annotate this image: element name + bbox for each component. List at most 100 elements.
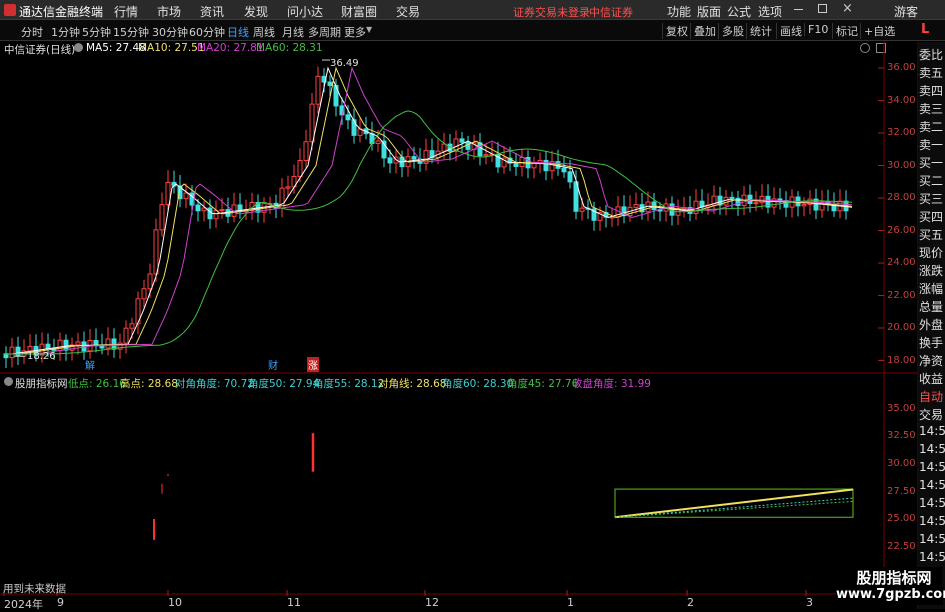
candle-body bbox=[387, 157, 393, 164]
candle-body bbox=[123, 327, 129, 344]
candle-body bbox=[15, 346, 21, 357]
candle-body bbox=[141, 288, 147, 300]
menu-markets[interactable]: 市场 bbox=[157, 3, 181, 20]
indicator-toggle-icon[interactable] bbox=[4, 377, 13, 386]
menu-options[interactable]: 选项 bbox=[758, 3, 782, 20]
x-label-month: 11 bbox=[287, 596, 301, 609]
tag-finance[interactable]: 财 bbox=[268, 357, 278, 372]
y-tick: 20.00 bbox=[887, 322, 916, 333]
menu-wealth-circle[interactable]: 财富圈 bbox=[341, 3, 377, 20]
x-label-month: 10 bbox=[168, 596, 182, 609]
login-notice[interactable]: 证券交易未登录 bbox=[513, 4, 590, 20]
draw-line-button[interactable]: 画线 bbox=[776, 23, 805, 39]
x-label-month: 2 bbox=[687, 596, 694, 609]
app-title: 通达信金融终端 bbox=[19, 5, 104, 19]
side-label: 买一 bbox=[919, 156, 944, 170]
candle-body bbox=[309, 103, 315, 143]
candle-body bbox=[477, 142, 483, 157]
ind-y-tick: 30.00 bbox=[887, 458, 916, 469]
f10-button[interactable]: F10 bbox=[804, 23, 831, 36]
y-tick: 34.00 bbox=[887, 95, 916, 106]
period-monthly[interactable]: 月线 bbox=[282, 24, 304, 40]
side-label-trade[interactable]: 交易 bbox=[919, 406, 945, 423]
kline-chart[interactable] bbox=[0, 41, 917, 596]
menu-layout[interactable]: 版面 bbox=[697, 3, 721, 20]
restore-rights-button[interactable]: 复权 bbox=[662, 23, 691, 39]
user-label[interactable]: 游客 bbox=[894, 3, 918, 20]
menu-formula[interactable]: 公式 bbox=[727, 3, 751, 20]
add-watchlist-button[interactable]: +自选 bbox=[860, 23, 898, 39]
ind-angle45: 角度45: 27.76 bbox=[507, 378, 579, 390]
candle-body bbox=[369, 133, 375, 144]
restore-icon[interactable] bbox=[818, 4, 827, 13]
overlay-button[interactable]: 叠加 bbox=[690, 23, 719, 39]
period-5min[interactable]: 5分钟 bbox=[82, 24, 111, 40]
candle-body bbox=[315, 75, 321, 105]
menu-discover[interactable]: 发现 bbox=[244, 3, 268, 20]
candle-body bbox=[129, 323, 135, 329]
candle-body bbox=[723, 196, 729, 206]
side-label: 涨幅 bbox=[919, 282, 944, 296]
close-icon[interactable]: × bbox=[842, 1, 853, 16]
side-label: 卖三 bbox=[919, 102, 944, 116]
candle-body bbox=[543, 159, 549, 172]
side-time: 14:56 bbox=[919, 496, 945, 510]
candle-body bbox=[219, 209, 225, 212]
candle-body bbox=[111, 338, 117, 350]
side-label-auto[interactable]: 自动 bbox=[919, 388, 945, 405]
side-label: 涨跌 bbox=[919, 264, 944, 278]
period-weekly[interactable]: 周线 bbox=[253, 24, 275, 40]
side-label: 卖一 bbox=[919, 138, 944, 152]
period-30min[interactable]: 30分钟 bbox=[152, 24, 188, 40]
multi-stock-button[interactable]: 多股 bbox=[718, 23, 747, 39]
menu-news[interactable]: 资讯 bbox=[200, 3, 224, 20]
candle-body bbox=[285, 186, 291, 189]
side-label: 收益 bbox=[919, 372, 944, 386]
period-more[interactable]: 更多 bbox=[344, 24, 366, 40]
candle-body bbox=[441, 143, 447, 152]
menu-ask[interactable]: 问小达 bbox=[287, 3, 323, 20]
menu-trade[interactable]: 交易 bbox=[396, 3, 420, 20]
ma10-line bbox=[4, 66, 853, 355]
chevron-down-icon[interactable]: ▼ bbox=[366, 25, 372, 34]
watermark-title: 股朋指标网 bbox=[846, 567, 942, 587]
side-time: 14:56 bbox=[919, 532, 945, 546]
period-intraday[interactable]: 分时 bbox=[21, 24, 43, 40]
y-tick: 32.00 bbox=[887, 127, 916, 138]
menu-function[interactable]: 功能 bbox=[667, 3, 691, 20]
app-logo-icon bbox=[4, 4, 16, 16]
ind-angle55: 角度55: 28.12 bbox=[313, 378, 385, 390]
side-label: 买二 bbox=[919, 174, 944, 188]
period-daily[interactable]: 日线 bbox=[227, 24, 249, 40]
period-15min[interactable]: 15分钟 bbox=[113, 24, 149, 40]
candle-body bbox=[375, 140, 381, 144]
period-multi[interactable]: 多周期 bbox=[308, 24, 341, 40]
candle-body bbox=[45, 343, 51, 349]
candle-body bbox=[159, 204, 165, 231]
ind-diag-line: 对角线: 28.68 bbox=[378, 378, 447, 390]
ind-y-tick: 22.50 bbox=[887, 541, 916, 552]
side-time: 14:56 bbox=[919, 442, 945, 456]
ind-y-tick: 32.50 bbox=[887, 430, 916, 441]
side-label: 现价 bbox=[919, 246, 944, 260]
y-tick: 26.00 bbox=[887, 225, 916, 236]
candle-body bbox=[105, 338, 111, 349]
ma60-line bbox=[4, 110, 853, 355]
ind-angle50: 角度50: 27.94 bbox=[248, 378, 320, 390]
candle-body bbox=[63, 339, 69, 351]
menu-market[interactable]: 行情 bbox=[114, 3, 138, 20]
period-1min[interactable]: 1分钟 bbox=[51, 24, 80, 40]
broker-name[interactable]: 中信证券 bbox=[589, 4, 633, 20]
statistics-button[interactable]: 统计 bbox=[746, 23, 775, 39]
candle-body bbox=[213, 210, 219, 220]
candle-body bbox=[729, 196, 735, 199]
candle-body bbox=[633, 204, 639, 208]
mark-button[interactable]: 标记 bbox=[832, 23, 861, 39]
watermark-url: www.7gpzb.com bbox=[836, 587, 945, 605]
tag-unlock[interactable]: 解 bbox=[85, 357, 95, 372]
side-time: 14:56 bbox=[919, 550, 945, 564]
side-time: 14:56 bbox=[919, 514, 945, 528]
minimize-icon[interactable] bbox=[794, 9, 803, 10]
tag-rise[interactable]: 涨 bbox=[307, 357, 319, 372]
period-60min[interactable]: 60分钟 bbox=[189, 24, 225, 40]
